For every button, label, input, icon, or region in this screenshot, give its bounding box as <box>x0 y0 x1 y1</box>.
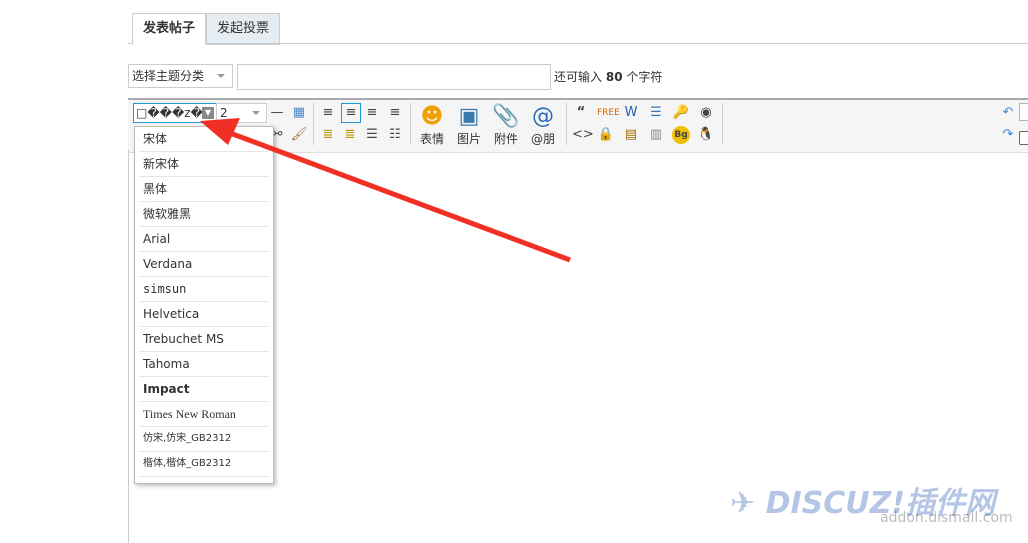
red-arrow-annotation <box>200 118 571 263</box>
